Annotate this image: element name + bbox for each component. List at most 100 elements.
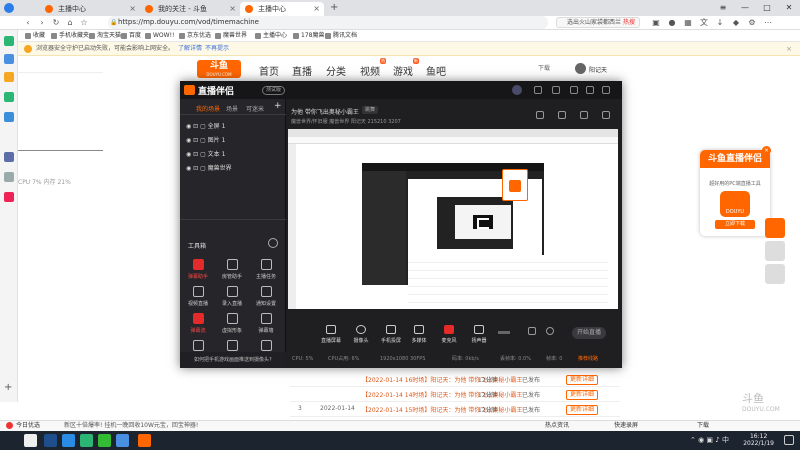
nav-home[interactable]: 首页 [259, 63, 279, 78]
video-link[interactable]: 【2022-01-14 16时场】阳记天：为他 带你飞出奥秘小霸王 [362, 375, 522, 384]
url-field[interactable]: 🔒 https://mp.douyu.com/vod/timemachine [108, 16, 548, 29]
bookmark-star-icon[interactable]: ☆ [78, 17, 90, 29]
tool-danmu-flow[interactable]: 弹幕流 [184, 313, 212, 334]
layout-icon[interactable] [536, 111, 544, 119]
minimize-icon[interactable] [586, 86, 594, 94]
start-live-button[interactable]: 开始直播 [572, 327, 606, 339]
close-infobar-icon[interactable]: × [786, 42, 792, 56]
search-box[interactable]: 选出火山家袋都西兰 热搜 [556, 17, 640, 28]
tools-more-icon[interactable] [268, 238, 278, 248]
douyu-logo[interactable]: 斗鱼 DOUYU.COM [197, 60, 241, 78]
sidebar-app-icon[interactable] [4, 172, 14, 182]
close-icon[interactable] [602, 86, 610, 94]
settings-icon[interactable] [546, 327, 554, 335]
tool-danmu-wall[interactable]: 弹幕墙 [252, 313, 280, 334]
tool-danmu[interactable]: 弹幕助手 [184, 259, 212, 280]
bottom-left-label[interactable]: 今日优选 [16, 421, 40, 431]
sidebar-app-icon[interactable] [4, 192, 14, 202]
wechat-icon[interactable] [98, 434, 111, 447]
line-status[interactable]: 推荐线路 [578, 353, 598, 365]
tab-scenes[interactable]: 场景 [226, 104, 238, 113]
browser-tab[interactable]: 主播中心 × [40, 2, 140, 16]
update-button[interactable]: 更新详细 [566, 375, 599, 385]
sidebar-app-icon[interactable] [4, 54, 14, 64]
bookmark-item[interactable]: WOW!! [144, 31, 174, 41]
minimize-icon[interactable]: — [734, 0, 756, 16]
bookmark-item[interactable]: 手机收藏夹 [50, 31, 89, 41]
home-icon[interactable]: ⌂ [64, 17, 76, 29]
reload-icon[interactable]: ↻ [50, 17, 62, 29]
download-link[interactable]: 下载 [538, 63, 550, 72]
info-details-link[interactable]: 了解详情 [178, 42, 202, 56]
taskbar-app-icon[interactable] [62, 434, 75, 447]
microphone-button[interactable]: 麦克风 [434, 325, 464, 344]
update-button[interactable]: 更新详细 [566, 390, 599, 400]
bookmark-item[interactable]: 收藏 [24, 31, 45, 41]
share-icon[interactable] [602, 111, 610, 119]
volume-slider[interactable] [498, 331, 510, 334]
extension-icon[interactable]: ▣ [650, 17, 662, 29]
skin-icon[interactable] [534, 86, 542, 94]
sidebar-add-icon[interactable]: + [4, 382, 12, 393]
video-link[interactable]: 【2022-01-14 15时场】阳记天：为他 带你飞出奥秘小霸王 [362, 405, 522, 414]
grid-icon[interactable]: ▦ [682, 17, 694, 29]
sidebar-app-icon[interactable] [4, 72, 14, 82]
promo-download-button[interactable]: 立即下载 [715, 220, 755, 229]
grid-icon[interactable] [558, 111, 566, 119]
nav-game[interactable]: 游戏新 [393, 58, 419, 78]
promo-card[interactable]: 斗鱼直播伴侣 超好用的PC端直播工具 DOUYU 立即下载 [700, 150, 770, 236]
video-link[interactable]: 【2022-01-14 14时场】阳记天：为他 带你飞出奥秘小霸王 [362, 390, 522, 399]
tool-notify[interactable]: 通知设置 [252, 286, 280, 307]
douyu-app-icon[interactable] [138, 434, 151, 447]
play-side-icon[interactable] [765, 218, 785, 238]
source-item[interactable]: ◉ ⊡ ▢ 图片 1 [186, 135, 225, 144]
browser-tab[interactable]: 我的关注 - 斗鱼 × [140, 2, 240, 16]
translate-icon[interactable]: 文 [698, 17, 710, 29]
download-icon[interactable]: ↓ [714, 17, 726, 29]
scene-tag[interactable]: 跳舞 [362, 106, 379, 114]
tool-record[interactable]: 录入直播 [218, 286, 246, 307]
sidebar-app-icon[interactable] [4, 36, 14, 46]
sidebar-app-icon[interactable] [4, 92, 14, 102]
close-window-icon[interactable]: ✕ [778, 0, 800, 16]
phone-tip[interactable]: 如何把手机游戏画面推送到摄像头? [180, 352, 286, 368]
bottom-news-link[interactable]: 热点资讯 [545, 421, 569, 431]
tray-icons[interactable]: ⌃ ◉ ▣ ♪ 中 [690, 435, 729, 445]
phone-cast-button[interactable]: 手机投屏 [376, 325, 406, 344]
scene-title[interactable]: 为他 带你飞出奥秘小霸王 [291, 107, 359, 116]
back-icon[interactable]: ‹ [22, 17, 34, 29]
tab-my-scenes[interactable]: 我的场景 [196, 104, 220, 113]
settings-icon[interactable] [570, 86, 578, 94]
source-item[interactable]: ◉ ⊡ ▢ 魔兽世界 [186, 163, 232, 172]
nav-video[interactable]: 视频热 [360, 58, 386, 78]
tool-avatar[interactable]: 虚拟形象 [218, 313, 246, 334]
forward-icon[interactable]: › [36, 17, 48, 29]
username[interactable]: 阳记天 [589, 65, 607, 74]
menu-icon[interactable]: ≡ [712, 0, 734, 16]
add-source-button[interactable]: + [274, 101, 282, 111]
nav-category[interactable]: 分类 [326, 63, 346, 78]
bookmark-item[interactable]: 京东优选 [178, 31, 211, 41]
tab-other[interactable]: 可迷米 [246, 104, 264, 113]
avatar[interactable] [512, 85, 522, 95]
more-icon[interactable]: ⋯ [762, 17, 774, 29]
bookmark-item[interactable]: 178魔兽 [292, 31, 324, 41]
source-item[interactable]: ◉ ⊡ ▢ 文本 1 [186, 149, 225, 158]
taskbar-app-icon[interactable] [116, 434, 129, 447]
browser-tab-active[interactable]: 主播中心 × [240, 2, 324, 16]
new-tab-button[interactable]: + [330, 2, 338, 13]
source-item[interactable]: ◉ ⊡ ▢ 全屏 1 [186, 121, 225, 130]
bookmark-item[interactable]: 淘宝天猫 [88, 31, 121, 41]
info-dismiss-link[interactable]: 不再提示 [205, 42, 229, 56]
avatar[interactable] [575, 63, 586, 74]
sidebar-app-icon[interactable] [4, 112, 14, 122]
close-tab-icon[interactable]: × [229, 2, 236, 16]
settings-icon[interactable]: ⚙ [746, 17, 758, 29]
bookmark-item[interactable]: 腾讯文档 [324, 31, 357, 41]
tool-room-admin[interactable]: 房管助手 [218, 259, 246, 280]
crop-icon[interactable] [580, 111, 588, 119]
notification-icon[interactable] [784, 435, 794, 445]
clock[interactable]: 16:12 2022/1/19 [743, 433, 774, 447]
shield-icon[interactable]: ◆ [730, 17, 742, 29]
bottom-record-link[interactable]: 快速录屏 [614, 421, 638, 431]
